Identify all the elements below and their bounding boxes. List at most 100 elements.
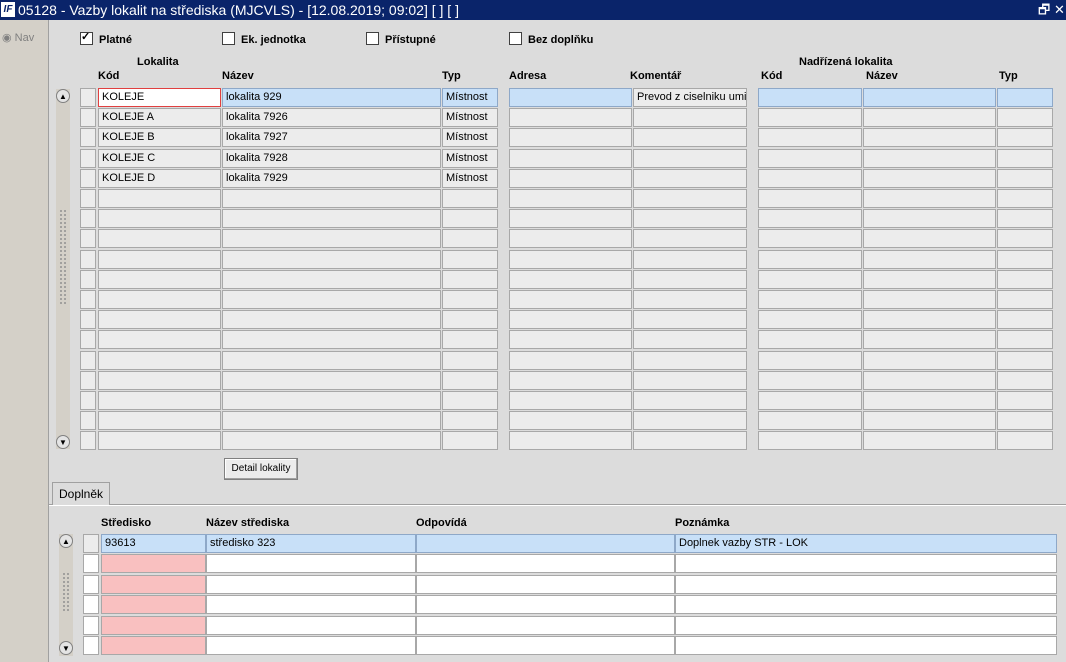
row-selector[interactable]: [80, 431, 96, 451]
table-cell[interactable]: [101, 554, 206, 574]
table-cell[interactable]: lokalita 929: [222, 88, 441, 107]
row-selector[interactable]: [80, 249, 96, 269]
table-cell[interactable]: [509, 128, 632, 148]
table-cell[interactable]: [863, 290, 996, 309]
table-cell[interactable]: [633, 168, 747, 188]
row-selector[interactable]: [83, 595, 99, 615]
table-cell[interactable]: [442, 310, 498, 330]
table-cell[interactable]: [509, 209, 632, 229]
filter-ek-jednotka[interactable]: Ek. jednotka: [222, 32, 306, 46]
table-cell[interactable]: [442, 411, 498, 431]
table-cell[interactable]: [101, 615, 206, 635]
table-cell[interactable]: [997, 108, 1053, 128]
table-cell[interactable]: [863, 229, 996, 249]
table-cell[interactable]: [675, 615, 1057, 635]
table-cell[interactable]: [222, 310, 441, 330]
table-cell[interactable]: [509, 391, 632, 410]
table-cell[interactable]: [509, 168, 632, 188]
table-cell[interactable]: [442, 431, 498, 451]
row-selector[interactable]: [80, 310, 96, 330]
table-cell[interactable]: [997, 229, 1053, 249]
table-cell[interactable]: Doplnek vazby STR - LOK: [675, 534, 1057, 553]
table-cell[interactable]: [98, 249, 221, 269]
table-cell[interactable]: [758, 249, 862, 269]
table-cell[interactable]: [222, 229, 441, 249]
table-cell[interactable]: [997, 88, 1053, 107]
table-cell[interactable]: [997, 148, 1053, 168]
table-cell[interactable]: lokalita 7929: [222, 168, 441, 188]
table-cell[interactable]: [442, 249, 498, 269]
row-selector[interactable]: [80, 391, 96, 410]
table-cell[interactable]: [758, 330, 862, 350]
table-cell[interactable]: [633, 411, 747, 431]
table-cell[interactable]: [997, 330, 1053, 350]
row-selector[interactable]: [80, 148, 96, 168]
table-cell[interactable]: [206, 636, 416, 655]
table-cell[interactable]: [633, 290, 747, 309]
table-cell[interactable]: [997, 370, 1053, 390]
table-cell[interactable]: [997, 431, 1053, 451]
table-cell[interactable]: [633, 128, 747, 148]
table-cell[interactable]: [863, 269, 996, 289]
table-cell[interactable]: [98, 370, 221, 390]
table-cell[interactable]: [633, 209, 747, 229]
table-cell[interactable]: [758, 411, 862, 431]
top-grid-scrollbar[interactable]: ▲ ▼: [56, 89, 70, 449]
table-cell[interactable]: [509, 290, 632, 309]
row-selector[interactable]: [80, 411, 96, 431]
table-cell[interactable]: [758, 370, 862, 390]
row-selector[interactable]: [83, 636, 99, 655]
table-cell[interactable]: [675, 595, 1057, 615]
table-cell[interactable]: [758, 128, 862, 148]
table-cell[interactable]: [509, 269, 632, 289]
table-cell[interactable]: [509, 431, 632, 451]
row-selector[interactable]: [83, 615, 99, 635]
table-cell[interactable]: [758, 350, 862, 370]
table-cell[interactable]: [98, 229, 221, 249]
table-cell[interactable]: [222, 431, 441, 451]
row-selector[interactable]: [80, 168, 96, 188]
scroll-up-icon[interactable]: ▲: [59, 534, 73, 548]
table-cell[interactable]: [675, 636, 1057, 655]
table-cell[interactable]: [416, 615, 675, 635]
table-cell[interactable]: [863, 128, 996, 148]
table-cell[interactable]: [509, 88, 632, 107]
table-cell[interactable]: Místnost: [442, 148, 498, 168]
table-cell[interactable]: [442, 370, 498, 390]
table-cell[interactable]: Místnost: [442, 168, 498, 188]
table-cell[interactable]: [509, 249, 632, 269]
table-cell[interactable]: [863, 431, 996, 451]
filter-platne[interactable]: Platné: [80, 30, 132, 46]
table-cell[interactable]: [442, 330, 498, 350]
table-cell[interactable]: KOLEJE D: [98, 168, 221, 188]
table-cell[interactable]: [416, 636, 675, 655]
table-cell[interactable]: [416, 554, 675, 574]
table-cell[interactable]: [206, 574, 416, 594]
scroll-down-icon[interactable]: ▼: [59, 641, 73, 655]
row-selector[interactable]: [80, 108, 96, 128]
row-selector[interactable]: [80, 269, 96, 289]
checkbox-icon[interactable]: [222, 32, 235, 45]
scroll-thumb[interactable]: [62, 572, 70, 612]
table-cell[interactable]: [758, 148, 862, 168]
table-cell[interactable]: [633, 330, 747, 350]
table-cell[interactable]: [98, 411, 221, 431]
table-cell[interactable]: [633, 108, 747, 128]
table-cell[interactable]: [997, 411, 1053, 431]
table-cell[interactable]: [633, 370, 747, 390]
table-cell[interactable]: lokalita 7927: [222, 128, 441, 148]
table-cell[interactable]: KOLEJE B: [98, 128, 221, 148]
row-selector[interactable]: [83, 574, 99, 594]
table-cell[interactable]: Místnost: [442, 108, 498, 128]
table-cell[interactable]: [206, 595, 416, 615]
table-cell[interactable]: lokalita 7926: [222, 108, 441, 128]
table-cell[interactable]: [442, 350, 498, 370]
row-selector[interactable]: [80, 370, 96, 390]
table-cell[interactable]: [442, 391, 498, 410]
row-selector[interactable]: [83, 554, 99, 574]
table-cell[interactable]: KOLEJE C: [98, 148, 221, 168]
tab-doplnek[interactable]: Doplněk: [52, 482, 111, 505]
table-cell[interactable]: [442, 269, 498, 289]
scroll-up-icon[interactable]: ▲: [56, 89, 70, 103]
table-cell[interactable]: 93613: [101, 534, 206, 553]
